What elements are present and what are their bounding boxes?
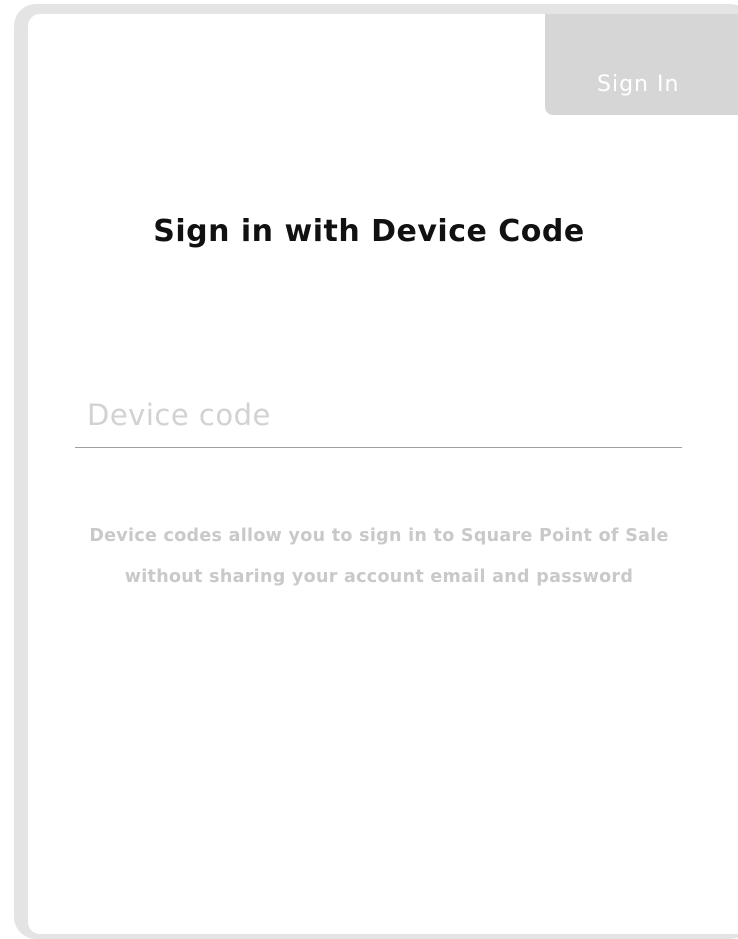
sign-in-panel: Sign In Sign in with Device Code Device … <box>28 14 738 934</box>
page-title: Sign in with Device Code <box>153 214 585 249</box>
sign-in-button[interactable]: Sign In <box>545 14 738 115</box>
device-code-input[interactable] <box>75 382 682 448</box>
helper-text: Device codes allow you to sign in to Squ… <box>89 526 669 587</box>
